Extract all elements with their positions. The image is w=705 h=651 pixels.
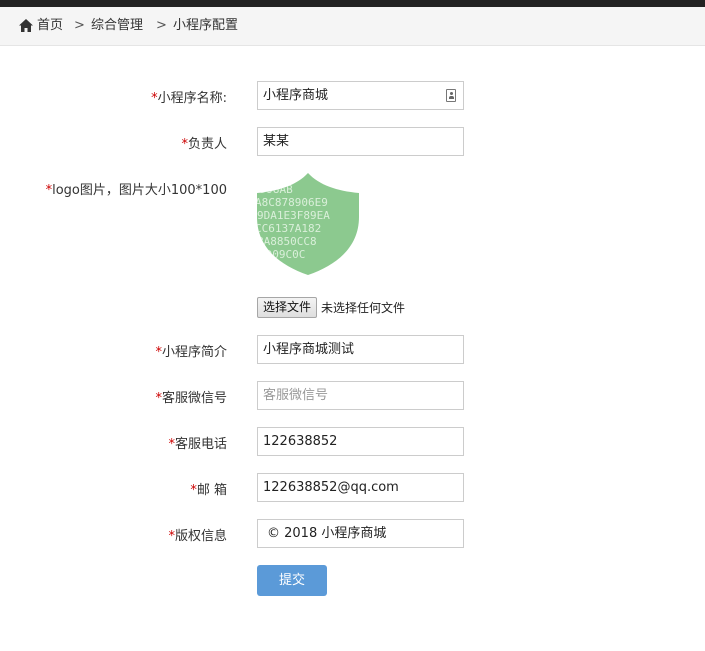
shield-logo-image: F598AB A8C878906E9 9DA1E3F89EA CC6137A18… (257, 173, 359, 275)
intro-label: *小程序简介 (155, 341, 227, 360)
intro-label-text: 小程序简介 (161, 345, 227, 360)
owner-label-text: 负责人 (187, 137, 227, 152)
svg-text:9D09C0C: 9D09C0C (259, 248, 305, 261)
svg-text:A8C878906E9: A8C878906E9 (257, 196, 328, 209)
svg-text:F598AB: F598AB (257, 183, 293, 196)
choose-file-button[interactable]: 选择文件 (257, 297, 318, 318)
breadcrumb-separator: > (74, 18, 85, 33)
intro-input-value: 小程序商城测试 (263, 342, 355, 357)
copyright-input[interactable]: © 2018 小程序商城 (257, 519, 464, 548)
file-upload-row: 选择文件 未选择任何文件 (257, 297, 405, 320)
wechat-input-placeholder: 客服微信号 (263, 388, 329, 403)
email-label: *邮 箱 (190, 479, 227, 498)
breadcrumb-current-page: 小程序配置 (173, 18, 239, 33)
copyright-label-text: 版权信息 (174, 529, 227, 544)
owner-input[interactable]: 某某 (257, 127, 464, 156)
home-icon[interactable] (19, 19, 33, 32)
file-status-text: 未选择任何文件 (321, 301, 406, 315)
name-input[interactable]: 小程序商城 (257, 81, 464, 110)
name-input-value: 小程序商城 (263, 88, 329, 103)
owner-input-value: 某某 (263, 134, 290, 149)
breadcrumb-home[interactable]: 首页 (37, 7, 63, 45)
logo-label-text: logo图片，图片大小100*100 (52, 183, 227, 198)
wechat-label: *客服微信号 (155, 387, 227, 406)
phone-input-value: 122638852 (263, 434, 338, 449)
breadcrumb: 首页 > 综合管理 > 小程序配置 (0, 7, 705, 46)
top-bar (0, 0, 705, 7)
logo-label: *logo图片，图片大小100*100 (46, 179, 227, 198)
wechat-input[interactable]: 客服微信号 (257, 381, 464, 410)
email-input[interactable]: 122638852@qq.com (257, 473, 464, 502)
breadcrumb-comprehensive-management[interactable]: 综合管理 (91, 7, 143, 45)
phone-label: *客服电话 (168, 433, 227, 452)
submit-button[interactable]: 提交 (257, 565, 327, 596)
name-label-text: 小程序名称: (157, 91, 227, 106)
copyright-label: *版权信息 (168, 525, 227, 544)
svg-text:BA8850CC8: BA8850CC8 (257, 235, 317, 248)
phone-input[interactable]: 122638852 (257, 427, 464, 456)
intro-input[interactable]: 小程序商城测试 (257, 335, 464, 364)
email-input-value: 122638852@qq.com (263, 480, 399, 495)
svg-text:CC6137A182: CC6137A182 (257, 222, 321, 235)
copyright-input-value: © 2018 小程序商城 (267, 526, 387, 541)
owner-label: *负责人 (181, 133, 227, 152)
email-label-text: 邮 箱 (196, 483, 227, 498)
contact-card-icon (446, 89, 456, 102)
wechat-label-text: 客服微信号 (161, 391, 227, 406)
phone-label-text: 客服电话 (174, 437, 227, 452)
breadcrumb-separator: > (156, 18, 167, 33)
svg-text:9DA1E3F89EA: 9DA1E3F89EA (257, 209, 330, 222)
name-label: *小程序名称: (151, 87, 227, 106)
